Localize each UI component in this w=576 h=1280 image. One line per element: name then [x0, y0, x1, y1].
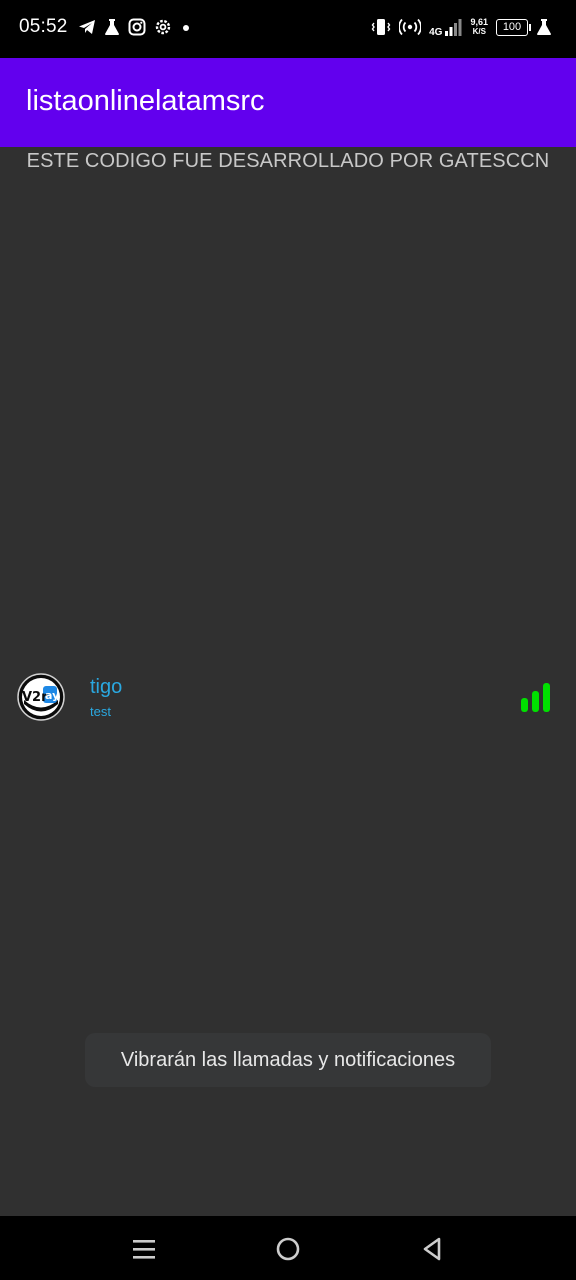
hotspot-icon	[399, 18, 422, 36]
status-notification-icons	[78, 18, 192, 36]
instagram-icon	[128, 18, 146, 36]
v2ray-logo-icon: V2r ay	[17, 673, 65, 721]
developer-note: ESTE CODIGO FUE DESARROLLADO POR GATESCC…	[26, 150, 550, 172]
back-icon[interactable]	[417, 1234, 447, 1264]
network-type: 4G	[429, 27, 443, 38]
status-system-icons: 4G 9,61 K/S 100	[371, 17, 552, 38]
network-speed-value: 9,61	[470, 17, 488, 27]
flask-icon	[537, 19, 551, 35]
server-list-item[interactable]: V2r ay tigo test	[0, 666, 576, 728]
network-speed: 9,61 K/S	[470, 17, 488, 37]
svg-text:ay: ay	[45, 689, 59, 702]
telegram-icon	[79, 20, 95, 34]
flask-icon	[105, 19, 119, 35]
signal-bars-icon	[521, 683, 550, 712]
app-screen: 05:52 4G 9,61 K/S 100 listaonlinelatamsr…	[0, 0, 576, 1280]
battery-indicator: 100	[496, 18, 531, 36]
cellular-signal: 4G	[429, 17, 462, 38]
app-bar: listaonlinelatamsrc	[0, 58, 576, 147]
app-title: listaonlinelatamsrc	[26, 85, 265, 117]
navigation-bar	[0, 1216, 576, 1280]
menu-icon[interactable]	[129, 1234, 159, 1264]
status-time: 05:52	[19, 16, 68, 37]
network-speed-unit: K/S	[472, 27, 486, 36]
server-description: test	[90, 704, 111, 719]
dot-icon	[183, 25, 189, 31]
toast-message: Vibrarán las llamadas y notificaciones	[85, 1033, 491, 1087]
cell-signal-icon	[445, 19, 462, 36]
home-icon[interactable]	[273, 1234, 303, 1264]
status-bar: 05:52 4G 9,61 K/S 100	[0, 0, 576, 58]
settings-icon	[155, 19, 171, 35]
server-name: tigo	[90, 676, 123, 698]
vibrate-icon	[371, 19, 391, 35]
